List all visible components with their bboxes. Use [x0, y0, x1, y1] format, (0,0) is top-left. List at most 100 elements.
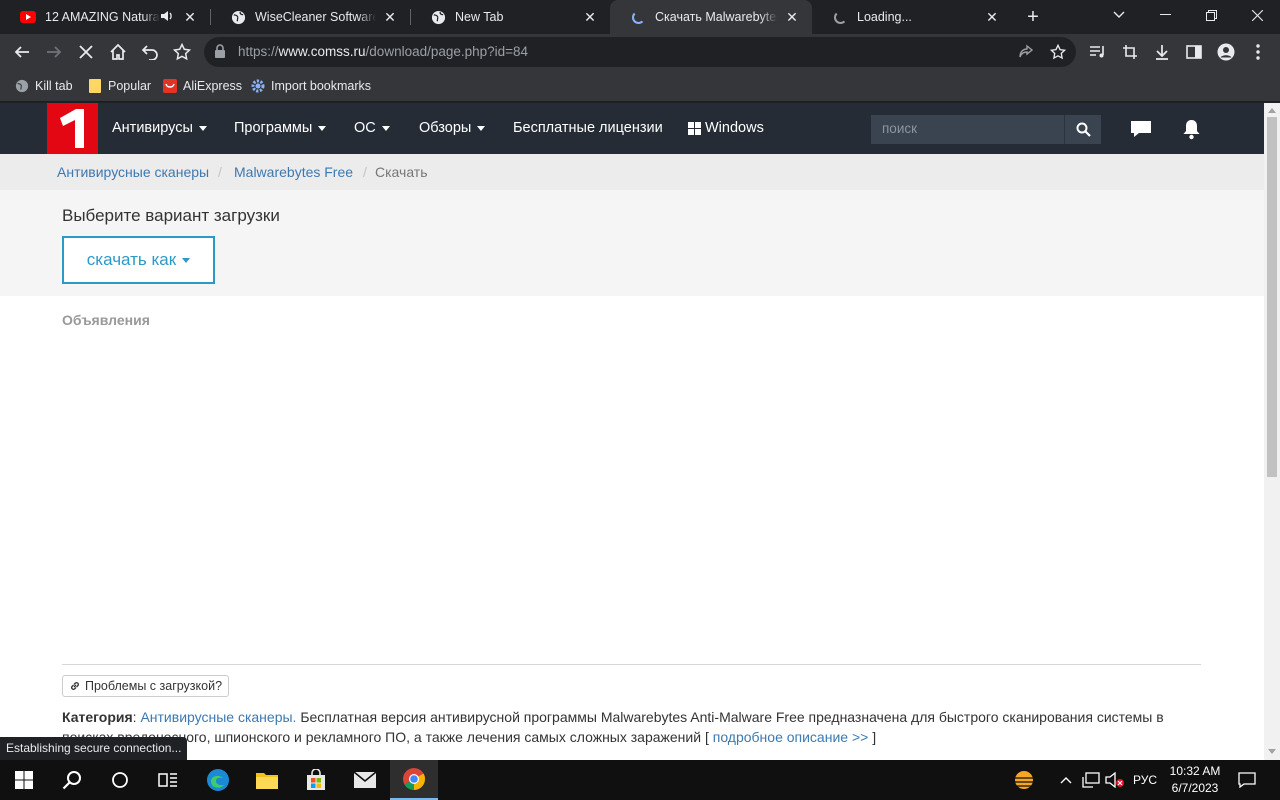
youtube-icon	[20, 9, 36, 25]
browser-menu-icon[interactable]	[1244, 38, 1272, 66]
share-icon[interactable]	[1012, 38, 1040, 66]
network-icon[interactable]	[1080, 760, 1102, 800]
tab-malwarebytes[interactable]: Скачать Malwarebytes Fr ✕	[610, 0, 812, 34]
tab-search-chevron-icon[interactable]	[1096, 0, 1142, 30]
volume-muted-icon[interactable]	[1104, 760, 1126, 800]
close-tab-icon[interactable]: ✕	[784, 9, 800, 25]
nav-windows[interactable]: Windows	[688, 120, 764, 136]
scroll-down-arrow-icon[interactable]	[1268, 749, 1276, 754]
clock-time: 10:32 AM	[1169, 764, 1221, 778]
media-control-icon[interactable]	[1084, 38, 1112, 66]
lock-icon[interactable]	[214, 44, 226, 64]
close-tab-icon[interactable]: ✕	[984, 9, 1000, 25]
close-tab-icon[interactable]: ✕	[182, 9, 198, 25]
gear-icon	[251, 79, 265, 93]
status-bubble: Establishing secure connection...	[0, 737, 188, 760]
side-panel-icon[interactable]	[1180, 38, 1208, 66]
breadcrumb-current: Скачать	[375, 164, 428, 180]
close-tab-icon[interactable]: ✕	[382, 9, 398, 25]
browser-toolbar: https://www.comss.ru/download/page.php?i…	[0, 34, 1280, 70]
restore-button[interactable]	[1188, 0, 1234, 30]
bookmark-star-icon[interactable]	[168, 38, 196, 66]
category-label: Категория	[62, 709, 133, 725]
page-viewport: Антивирусы Программы ОС Обзоры Бесплатны…	[0, 103, 1264, 760]
show-hidden-icons-chevron[interactable]	[1056, 760, 1076, 800]
more-details-link[interactable]: подробное описание >>	[713, 729, 869, 745]
nav-antivirus[interactable]: Антивирусы	[112, 120, 207, 136]
tab-wisecleaner[interactable]: WiseCleaner Software - O ✕	[210, 0, 410, 34]
microsoft-store-icon[interactable]	[292, 760, 340, 800]
notifications-bell-icon[interactable]	[1179, 117, 1203, 141]
bookmarks-bar: Kill tab Popular AliExpress Import bookm…	[0, 70, 1280, 102]
comments-icon[interactable]	[1129, 117, 1153, 141]
nav-reviews[interactable]: Обзоры	[419, 120, 486, 136]
weather-icon[interactable]	[1006, 760, 1042, 800]
tab-new-tab[interactable]: New Tab ✕	[410, 0, 610, 34]
input-language[interactable]: РУС	[1128, 760, 1162, 800]
tab-loading[interactable]: Loading... ✕	[812, 0, 1012, 34]
page-scrollbar[interactable]	[1264, 103, 1280, 760]
breadcrumb-malwarebytes[interactable]: Malwarebytes Free	[234, 164, 353, 180]
bookmark-folder-popular[interactable]: Popular	[88, 76, 151, 96]
download-icon[interactable]	[1148, 38, 1176, 66]
home-button[interactable]	[104, 38, 132, 66]
stop-loading-button[interactable]	[72, 38, 100, 66]
divider	[62, 664, 1201, 665]
caret-down-icon	[477, 125, 486, 131]
action-center-icon[interactable]	[1234, 760, 1260, 800]
tab-title: 12 AMAZING Natural	[45, 10, 160, 24]
breadcrumb-antivirus-scanners[interactable]: Антивирусные сканеры	[57, 164, 209, 180]
edge-browser-icon[interactable]	[194, 760, 242, 800]
cortana-icon[interactable]	[96, 760, 144, 800]
link-icon	[69, 680, 81, 692]
profile-avatar-icon[interactable]	[1212, 38, 1240, 66]
close-tab-icon[interactable]: ✕	[582, 9, 598, 25]
breadcrumb-separator: /	[218, 164, 222, 180]
forward-button[interactable]	[40, 38, 68, 66]
nav-programs[interactable]: Программы	[234, 120, 327, 136]
download-as-dropdown[interactable]: скачать как	[62, 236, 215, 284]
windows-taskbar: РУС 10:32 AM 6/7/2023	[0, 760, 1280, 800]
scrollbar-thumb[interactable]	[1267, 117, 1277, 477]
new-tab-button[interactable]: +	[1022, 6, 1044, 28]
taskbar-clock[interactable]: 10:32 AM 6/7/2023	[1160, 763, 1230, 797]
undo-close-tab-icon[interactable]	[136, 38, 164, 66]
globe-icon	[430, 9, 446, 25]
tab-youtube[interactable]: 12 AMAZING Natural ✕	[0, 0, 210, 34]
file-explorer-icon[interactable]	[243, 760, 291, 800]
caret-down-icon	[381, 125, 390, 131]
site-logo[interactable]	[47, 103, 98, 154]
category-link[interactable]: Антивирусные сканеры.	[140, 709, 296, 725]
aliexpress-icon	[163, 79, 177, 93]
download-problems-button[interactable]: Проблемы с загрузкой?	[62, 675, 230, 697]
caret-down-icon	[198, 125, 207, 131]
site-navbar: Антивирусы Программы ОС Обзоры Бесплатны…	[0, 103, 1264, 154]
mail-icon[interactable]	[341, 760, 389, 800]
minimize-button[interactable]	[1142, 0, 1188, 30]
site-search-input[interactable]: поиск	[871, 115, 1064, 144]
bookmark-aliexpress[interactable]: AliExpress	[163, 76, 242, 96]
nav-free-licenses[interactable]: Бесплатные лицензии	[513, 120, 663, 136]
bookmark-page-star-icon[interactable]	[1044, 38, 1072, 66]
back-button[interactable]	[8, 38, 36, 66]
chrome-taskbar-icon[interactable]	[390, 760, 438, 800]
crop-extension-icon[interactable]	[1116, 38, 1144, 66]
start-button[interactable]	[0, 760, 48, 800]
windows-start-icon	[15, 771, 33, 789]
taskbar-search-icon[interactable]	[48, 760, 96, 800]
close-window-button[interactable]	[1234, 0, 1280, 30]
program-description: Категория: Антивирусные сканеры. Бесплат…	[62, 709, 1164, 745]
tab-title: Loading...	[857, 10, 912, 24]
nav-os[interactable]: ОС	[354, 120, 390, 136]
download-title: Выберите вариант загрузки	[62, 206, 280, 225]
search-button[interactable]	[1064, 115, 1101, 144]
clock-date: 6/7/2023	[1171, 781, 1219, 795]
scroll-up-arrow-icon[interactable]	[1268, 108, 1276, 113]
address-bar[interactable]: https://www.comss.ru/download/page.php?i…	[204, 37, 1076, 67]
task-view-icon[interactable]	[144, 760, 192, 800]
windows-logo-icon	[688, 121, 701, 135]
bookmark-import[interactable]: Import bookmarks	[251, 76, 371, 96]
bookmark-kill-tab[interactable]: Kill tab	[15, 76, 73, 96]
audio-playing-icon[interactable]	[160, 9, 174, 26]
breadcrumb-separator: /	[363, 164, 367, 180]
